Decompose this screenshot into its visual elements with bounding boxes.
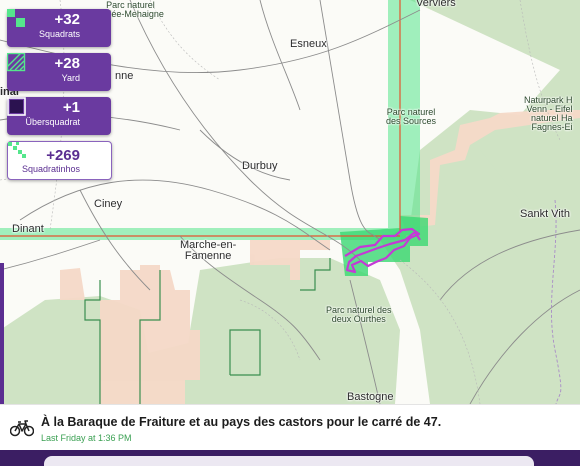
next-card-peek bbox=[44, 456, 534, 466]
place-parc-ourthes: Parc naturel des deux Ourthes bbox=[326, 305, 392, 324]
place-esneux: Esneux bbox=[290, 38, 327, 50]
map-view[interactable]: Parc naturel Vallée-Mehaigne Verviers Es… bbox=[0, 0, 580, 404]
stat-yard-value: +28 bbox=[54, 55, 80, 72]
place-verviers: Verviers bbox=[416, 0, 456, 9]
stat-squadrats-label: Squadrats bbox=[38, 29, 80, 39]
stat-squadrats[interactable]: +32 Squadrats bbox=[7, 9, 111, 47]
place-durbuy: Durbuy bbox=[242, 160, 278, 172]
stat-ubersquadrat-label: Übersquadrat bbox=[25, 117, 80, 127]
stat-squadratinhos-label: Squadratinhos bbox=[21, 164, 80, 174]
activity-card[interactable]: À la Baraque de Fraiture et au pays des … bbox=[0, 404, 580, 451]
activity-date: Last Friday at 1:36 PM bbox=[41, 433, 132, 443]
place-marche: Marche-en- Famenne bbox=[180, 239, 237, 262]
place-dinant: Dinant bbox=[12, 223, 44, 235]
place-anne: nne bbox=[115, 70, 134, 82]
app-frame: Parc naturel Vallée-Mehaigne Verviers Es… bbox=[0, 0, 580, 466]
stat-yard-label: Yard bbox=[61, 73, 80, 83]
place-ciney: Ciney bbox=[94, 198, 123, 210]
squadrats-icon bbox=[7, 9, 25, 27]
stat-ubersquadrat-value: +1 bbox=[62, 99, 80, 116]
place-bastogne: Bastogne bbox=[347, 391, 394, 403]
stat-squadrats-value: +32 bbox=[54, 11, 80, 28]
left-edge-bar bbox=[0, 263, 4, 404]
stat-yard[interactable]: +28 Yard bbox=[7, 53, 111, 91]
bicycle-icon bbox=[10, 420, 34, 437]
yard-icon bbox=[7, 53, 26, 72]
place-naturpark: Naturpark H Venn - Eifel naturel Ha Fagn… bbox=[524, 95, 573, 132]
stat-squadratinhos[interactable]: +269 Squadratinhos bbox=[7, 141, 112, 180]
place-sankt-vith: Sankt Vith bbox=[520, 208, 570, 220]
activity-title[interactable]: À la Baraque de Fraiture et au pays des … bbox=[41, 415, 441, 429]
stat-squadratinhos-value: +269 bbox=[46, 147, 80, 164]
stat-ubersquadrat[interactable]: +1 Übersquadrat bbox=[7, 97, 111, 135]
place-parc-sources: Parc naturel des Sources bbox=[386, 107, 437, 126]
squadratinhos-icon bbox=[8, 142, 26, 158]
ubersquadrat-icon bbox=[7, 97, 26, 116]
bottom-bar bbox=[0, 450, 580, 466]
